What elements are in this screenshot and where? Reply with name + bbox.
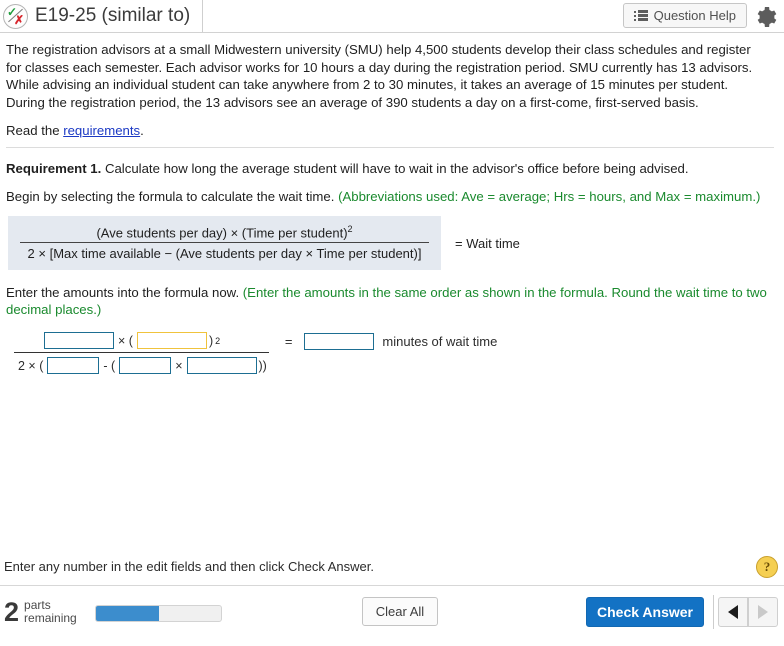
formula-denominator: 2 × [Max time available − (Ave students … (27, 246, 422, 262)
previous-button[interactable] (718, 597, 748, 627)
answer-equals-sign: = (284, 334, 293, 350)
gear-icon[interactable] (754, 5, 778, 29)
check-x-circle-icon: ✓ ✗ (3, 3, 28, 29)
parts-remaining-group: 2 parts remaining (4, 598, 77, 626)
requirements-link[interactable]: requirements (63, 123, 140, 138)
question-help-label: Question Help (653, 8, 736, 23)
abbreviation-note: (Abbreviations used: Ave = average; Hrs … (338, 189, 761, 204)
footer-toolbar: 2 parts remaining Clear All Check Answer (0, 586, 784, 646)
answer-denominator-row: 2 × ( - ( × )) (14, 353, 269, 375)
read-prefix: Read the (6, 123, 64, 138)
next-button[interactable] (748, 597, 778, 627)
problem-paragraph: The registration advisors at a small Mid… (6, 42, 753, 110)
denominator-input-2[interactable] (119, 357, 172, 375)
formula-panel: (Ave students per day) × (Time per stude… (8, 216, 441, 271)
denominator-input-3[interactable] (186, 357, 257, 375)
wait-time-result-input[interactable] (304, 333, 375, 351)
question-help-button[interactable]: Question Help (622, 3, 747, 28)
enter-amounts-instruction: Enter the amounts into the formula now. … (6, 284, 774, 318)
requirement-label: Requirement 1. (6, 161, 102, 176)
check-answer-button[interactable]: Check Answer (586, 597, 704, 627)
result-unit-label: minutes of wait time (382, 334, 498, 350)
triangle-left-icon (728, 605, 738, 619)
read-suffix: . (140, 123, 144, 138)
requirement-text: Calculate how long the average student w… (101, 161, 689, 176)
denominator-input-1[interactable] (47, 357, 100, 375)
progress-bar (95, 605, 222, 622)
numerator-operator: × ( (118, 333, 133, 348)
parts-remaining-label: parts remaining (24, 597, 77, 626)
exercise-body: The registration advisors at a small Mid… (0, 33, 784, 375)
formula-numerator: (Ave students per day) × (Time per stude… (20, 224, 429, 242)
help-question-icon[interactable]: ? (756, 556, 778, 578)
denominator-prefix: 2 × ( (18, 358, 44, 373)
window-header: ✓ ✗ E19-25 (similar to) Question Help (0, 0, 784, 33)
exercise-title-tab: ✓ ✗ E19-25 (similar to) (0, 0, 204, 32)
parts-line-1: parts (24, 597, 51, 612)
progress-bar-fill (96, 606, 159, 621)
page-title: E19-25 (similar to) (35, 5, 191, 26)
parts-line-2: remaining (24, 611, 77, 625)
begin-text: Begin by selecting the formula to calcul… (6, 189, 339, 204)
begin-instruction: Begin by selecting the formula to calcul… (6, 189, 774, 204)
numerator-close-paren: ) (208, 333, 214, 348)
clear-all-button[interactable]: Clear All (362, 597, 438, 626)
answer-numerator-row: × ( ) 2 (14, 332, 269, 352)
section-divider (6, 147, 774, 148)
requirement-heading: Requirement 1. Calculate how long the av… (6, 161, 774, 176)
formula-numerator-exponent: 2 (347, 224, 353, 234)
formula-numerator-text: (Ave students per day) × (Time per stude… (96, 225, 348, 241)
footer-instruction: Enter any number in the edit fields and … (4, 559, 374, 574)
parts-remaining-count: 2 (4, 597, 20, 627)
formula-display-row: (Ave students per day) × (Time per stude… (8, 216, 774, 271)
enter-amounts-text: Enter the amounts into the formula now. (6, 285, 243, 301)
answer-formula: × ( ) 2 2 × ( - ( × )) = minutes of wait … (14, 332, 774, 375)
denominator-close-parens: )) (258, 358, 267, 373)
footer-note-bar: Enter any number in the edit fields and … (0, 555, 784, 586)
numerator-exponent: 2 (215, 335, 221, 346)
denominator-minus-paren: - ( (103, 358, 116, 373)
numerator-input-2[interactable] (136, 332, 207, 350)
denominator-times-operator: × (175, 358, 183, 373)
nav-separator (713, 595, 714, 629)
read-requirements-line: Read the requirements. (6, 123, 774, 138)
list-icon (633, 10, 648, 21)
numerator-input-1[interactable] (44, 332, 114, 350)
triangle-right-icon (758, 605, 768, 619)
formula-equals-label: = Wait time (455, 235, 520, 251)
answer-fraction: × ( ) 2 2 × ( - ( × )) (14, 332, 269, 375)
answer-result-group: = minutes of wait time (269, 332, 498, 351)
